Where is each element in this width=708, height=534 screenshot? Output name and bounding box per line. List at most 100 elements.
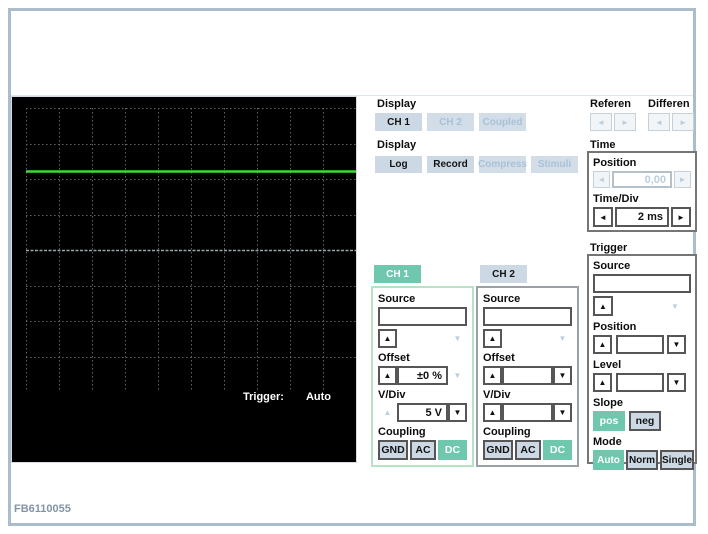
display-mode-row: Log Record Compress Stimuli: [375, 156, 578, 173]
ch2-offset-field[interactable]: [502, 366, 553, 385]
time-title: Time: [590, 139, 616, 151]
time-position-field[interactable]: 0,00: [612, 171, 672, 188]
trigger-position-field[interactable]: [615, 335, 664, 354]
ch1-offset-label: Offset: [378, 352, 410, 364]
time-position-label: Position: [593, 157, 637, 169]
ch2-offset-up-button[interactable]: ▲: [483, 366, 502, 385]
difference-title: Differen: [648, 98, 690, 110]
timediv-increment-button[interactable]: ►: [671, 207, 691, 227]
trigger-source-label: Source: [593, 260, 631, 272]
trigger-source-up-button[interactable]: ▲: [593, 296, 613, 316]
up-arrow-icon: ▲: [599, 301, 607, 311]
down-arrow-icon: ▼: [672, 378, 681, 387]
ch2-vdiv-down-button[interactable]: ▼: [553, 403, 572, 422]
right-arrow-icon: ►: [621, 117, 629, 127]
top-divider: [11, 95, 693, 96]
up-arrow-icon: ▲: [488, 371, 497, 380]
ch2-gnd-button[interactable]: GND: [483, 440, 513, 460]
down-arrow-icon: ▼: [671, 301, 679, 311]
trigger-position-row: ▲ ▼: [593, 335, 691, 354]
down-arrow-icon: ▼: [558, 334, 567, 343]
ch1-vdiv-field[interactable]: 5 V: [397, 403, 448, 422]
left-arrow-icon: ◄: [599, 212, 607, 222]
ch2-vdiv-field[interactable]: [502, 403, 553, 422]
ch1-vdiv-row: ▲ 5 V ▼: [378, 403, 467, 422]
trigger-position-up-button[interactable]: ▲: [593, 335, 612, 354]
ch1-display-button[interactable]: CH 1: [375, 113, 422, 131]
tab-ch1[interactable]: CH 1: [374, 265, 421, 283]
ch1-ac-button[interactable]: AC: [410, 440, 436, 460]
trigger-level-row: ▲ ▼: [593, 373, 691, 392]
time-box: Position ◄ 0,00 ► Time/Div ◄ 2 ms ►: [587, 151, 697, 232]
trigger-status: Trigger: Auto: [243, 391, 331, 403]
trigger-source-field[interactable]: [593, 274, 691, 293]
reference-title: Referen: [590, 98, 631, 110]
reference-prev-button[interactable]: ◄: [590, 113, 612, 131]
ch2-offset-row: ▲ ▼: [483, 366, 572, 385]
trigger-level-up-button[interactable]: ▲: [593, 373, 612, 392]
ch2-offset-down-button[interactable]: ▼: [553, 366, 572, 385]
trigger-source-arrows: ▲ ▼: [593, 296, 691, 316]
ch1-dc-button[interactable]: DC: [438, 440, 467, 460]
right-arrow-icon: ►: [679, 117, 687, 127]
ch2-ac-button[interactable]: AC: [515, 440, 541, 460]
difference-prev-button[interactable]: ◄: [648, 113, 670, 131]
compress-button[interactable]: Compress: [478, 156, 527, 173]
time-position-row: ◄ 0,00 ►: [593, 171, 691, 188]
time-position-increment-button[interactable]: ►: [674, 171, 691, 188]
ch2-display-button[interactable]: CH 2: [427, 113, 474, 131]
trigger-status-value: Auto: [305, 391, 331, 403]
ch1-source-down-button[interactable]: ▼: [448, 329, 467, 348]
timediv-decrement-button[interactable]: ◄: [593, 207, 613, 227]
ch1-coupling-label: Coupling: [378, 426, 426, 438]
ch1-gnd-button[interactable]: GND: [378, 440, 408, 460]
ch1-offset-down-button[interactable]: ▼: [448, 366, 467, 385]
tab-ch2[interactable]: CH 2: [480, 265, 527, 283]
up-arrow-icon: ▲: [488, 408, 497, 417]
scope-graticule: [26, 108, 356, 392]
slope-pos-button[interactable]: pos: [593, 411, 625, 431]
ch2-source-label: Source: [483, 293, 521, 305]
ch2-source-up-button[interactable]: ▲: [483, 329, 502, 348]
ch1-source-arrows: ▲ ▼: [378, 329, 467, 348]
ch2-panel: Source ▲ ▼ Offset ▲ ▼ V/Div ▲ ▼ Coupling…: [476, 286, 579, 467]
ch1-vdiv-down-button[interactable]: ▼: [448, 403, 467, 422]
trigger-title: Trigger: [590, 242, 628, 254]
difference-next-button[interactable]: ►: [672, 113, 694, 131]
up-arrow-icon: ▲: [383, 408, 392, 417]
scope-display: Trigger: Auto: [11, 96, 357, 463]
trigger-position-down-button[interactable]: ▼: [667, 335, 686, 354]
time-position-decrement-button[interactable]: ◄: [593, 171, 610, 188]
trigger-level-field[interactable]: [615, 373, 664, 392]
ch1-offset-up-button[interactable]: ▲: [378, 366, 397, 385]
ch2-dc-button[interactable]: DC: [543, 440, 572, 460]
log-button[interactable]: Log: [375, 156, 422, 173]
reference-arrows: ◄ ►: [590, 113, 636, 131]
record-button[interactable]: Record: [427, 156, 474, 173]
mode-single-button[interactable]: Single: [660, 450, 695, 470]
display-channel-title: Display: [377, 98, 417, 110]
mode-auto-button[interactable]: Auto: [593, 450, 624, 470]
timediv-field[interactable]: 2 ms: [615, 207, 669, 227]
right-arrow-icon: ►: [678, 175, 687, 184]
ch1-source-field[interactable]: [378, 307, 467, 326]
up-arrow-icon: ▲: [488, 334, 497, 343]
down-arrow-icon: ▼: [453, 371, 462, 380]
trigger-level-down-button[interactable]: ▼: [667, 373, 686, 392]
ch2-source-field[interactable]: [483, 307, 572, 326]
ch1-source-up-button[interactable]: ▲: [378, 329, 397, 348]
ch1-offset-field[interactable]: ±0 %: [397, 366, 448, 385]
ch2-vdiv-row: ▲ ▼: [483, 403, 572, 422]
slope-neg-button[interactable]: neg: [629, 411, 661, 431]
mode-norm-button[interactable]: Norm: [626, 450, 658, 470]
stimuli-button[interactable]: Stimuli: [531, 156, 578, 173]
reference-next-button[interactable]: ►: [614, 113, 636, 131]
coupled-display-button[interactable]: Coupled: [479, 113, 526, 131]
ch1-vdiv-up-button[interactable]: ▲: [378, 403, 397, 422]
trigger-mode-row: Auto Norm Single: [593, 450, 695, 470]
ch2-vdiv-up-button[interactable]: ▲: [483, 403, 502, 422]
left-arrow-icon: ◄: [597, 117, 605, 127]
ch2-source-down-button[interactable]: ▼: [553, 329, 572, 348]
trigger-source-down-button[interactable]: ▼: [665, 296, 685, 316]
left-arrow-icon: ◄: [655, 117, 663, 127]
